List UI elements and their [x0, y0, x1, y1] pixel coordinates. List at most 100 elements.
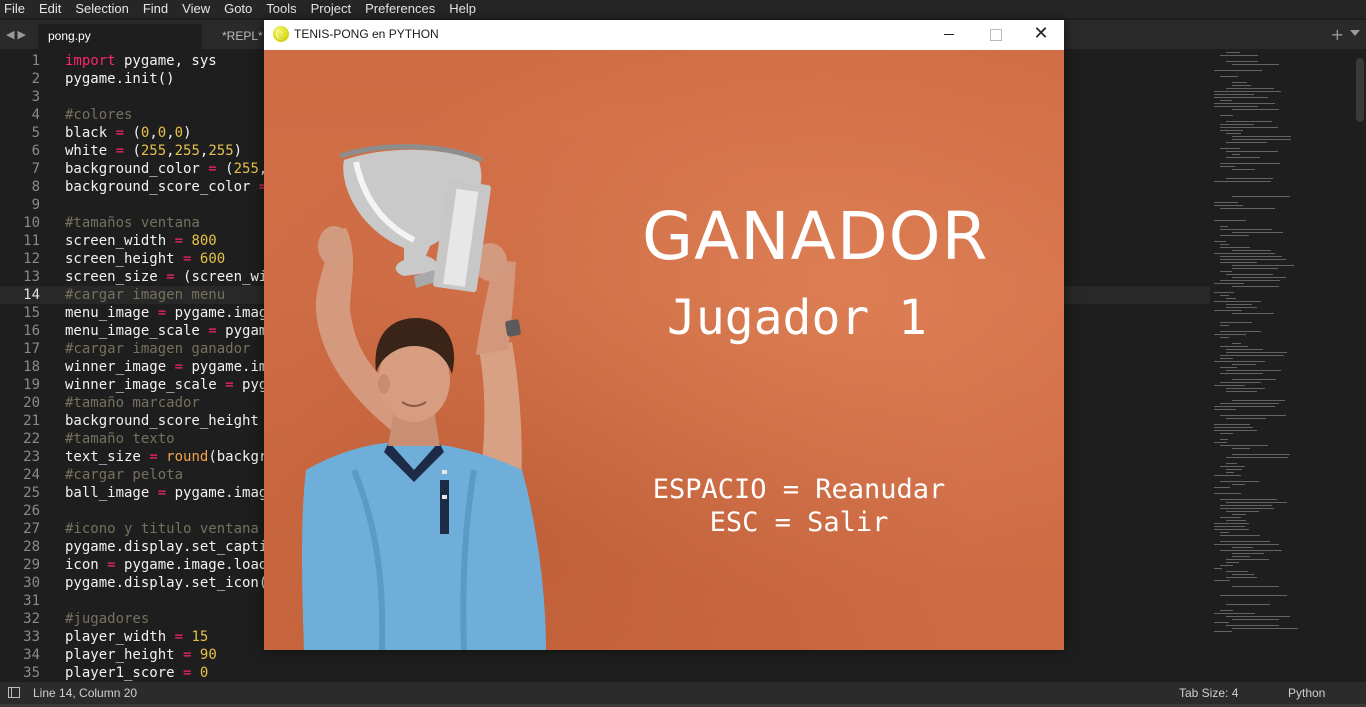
minimap-line [1226, 88, 1274, 89]
line-number: 30 [23, 575, 40, 591]
minimap-line [1232, 379, 1276, 380]
line-number: 22 [23, 431, 40, 447]
menu-bar: File Edit Selection Find View Goto Tools… [0, 0, 1366, 18]
minimap-line [1226, 151, 1278, 152]
minimap-line [1226, 577, 1257, 578]
tab-size-selector[interactable]: Tab Size: 4 [1179, 686, 1238, 700]
code-token: = [157, 305, 167, 321]
tennis-ball-icon [273, 26, 289, 42]
minimap-line [1220, 505, 1272, 506]
tab-pong-py[interactable]: pong.py [38, 24, 202, 50]
code-token: round [166, 449, 209, 465]
code-token: 15 [191, 629, 209, 645]
code-token: #tamaño marcador [65, 395, 200, 411]
code-token: #cargar imagen ganador [65, 341, 251, 357]
minimap-line [1214, 205, 1243, 206]
line-number: 33 [23, 629, 40, 645]
minimap-line [1232, 154, 1240, 155]
minimap-line [1220, 115, 1233, 116]
minimap-line [1220, 466, 1245, 467]
minimap-line [1220, 127, 1278, 128]
code-token: 0 [199, 665, 209, 681]
code-token: , [149, 125, 158, 141]
maximize-button[interactable] [972, 20, 1018, 50]
sidebar-toggle-icon[interactable] [8, 687, 20, 698]
code-line: player_height = 90 [65, 646, 285, 664]
minimap-line [1214, 292, 1234, 293]
minimap-line [1214, 529, 1249, 530]
minimap[interactable] [1214, 52, 1354, 682]
minimap-line [1214, 94, 1254, 95]
minimap-line [1220, 445, 1268, 446]
code-line: menu_image = pygame.imag [65, 304, 285, 322]
code-token: #icono y titulo ventana [65, 521, 259, 537]
menu-file[interactable]: File [0, 0, 32, 18]
pygame-window[interactable]: TENIS-PONG en PYTHON ✕ GANADOR Jugador 1… [264, 20, 1064, 650]
menu-selection[interactable]: Selection [68, 0, 135, 18]
line-number: 17 [23, 341, 40, 357]
code-token: 255 [208, 143, 234, 159]
minimap-line [1232, 313, 1274, 314]
minimap-line [1220, 415, 1286, 416]
code-token: background_color [65, 161, 209, 177]
menu-view[interactable]: View [175, 0, 217, 18]
minimap-line [1226, 463, 1237, 464]
code-token: = [208, 161, 217, 177]
minimap-line [1226, 298, 1236, 299]
menu-edit[interactable]: Edit [32, 0, 68, 18]
game-canvas[interactable]: GANADOR Jugador 1 ESPACIO = Reanudar ESC… [264, 50, 1064, 650]
cursor-position: Line 14, Column 20 [33, 686, 138, 700]
menu-preferences[interactable]: Preferences [358, 0, 442, 18]
code-token: ) [183, 125, 192, 141]
line-number: 31 [23, 593, 40, 609]
code-line: background_score_height [65, 412, 285, 430]
menu-help[interactable]: Help [442, 0, 483, 18]
code-token: = [174, 629, 184, 645]
code-token: #colores [65, 107, 133, 123]
code-token: pygame.im [183, 359, 268, 375]
minimap-line [1214, 430, 1257, 431]
resume-instruction: ESPACIO = Reanudar [652, 474, 946, 505]
minimap-line [1220, 373, 1263, 374]
code-token: = [115, 143, 125, 159]
minimap-line [1232, 169, 1255, 170]
minimap-line [1220, 271, 1232, 272]
code-text[interactable]: import pygame, sys pygame.init() #colores… [65, 52, 285, 682]
minimap-line [1232, 82, 1247, 83]
tab-nav-arrows-icon[interactable]: ◀▶ [6, 28, 29, 41]
minimap-line [1220, 244, 1229, 245]
minimap-line [1232, 250, 1271, 251]
vertical-scrollbar[interactable] [1356, 58, 1364, 122]
tab-list-dropdown-icon[interactable] [1350, 30, 1360, 36]
window-titlebar[interactable]: TENIS-PONG en PYTHON ✕ [264, 20, 1064, 50]
minimap-line [1226, 52, 1240, 53]
syntax-selector[interactable]: Python [1288, 686, 1325, 700]
code-line: pygame.init() [65, 70, 285, 88]
line-number: 9 [31, 197, 40, 213]
code-token: = [208, 323, 217, 339]
menu-find[interactable]: Find [136, 0, 175, 18]
code-token: pygame.display.set_capti [65, 539, 268, 555]
code-token: text_size [65, 449, 150, 465]
menu-goto[interactable]: Goto [217, 0, 259, 18]
minimap-line [1214, 181, 1271, 182]
code-line: screen_size = (screen_wi [65, 268, 285, 286]
menu-tools[interactable]: Tools [259, 0, 303, 18]
minimap-line [1220, 280, 1280, 281]
minimap-line [1226, 274, 1273, 275]
new-tab-icon[interactable]: + [1331, 25, 1344, 44]
minimap-line [1232, 574, 1254, 575]
minimap-line [1232, 196, 1290, 197]
code-token: 600 [199, 251, 226, 267]
close-button[interactable]: ✕ [1018, 20, 1064, 50]
tab-repl[interactable]: *REPL* [p [212, 24, 272, 50]
minimap-line [1226, 133, 1241, 134]
menu-project[interactable]: Project [304, 0, 358, 18]
minimap-line [1214, 103, 1275, 104]
line-number: 10 [23, 215, 40, 231]
code-token: 255 [233, 161, 259, 177]
minimize-button[interactable] [926, 20, 972, 50]
